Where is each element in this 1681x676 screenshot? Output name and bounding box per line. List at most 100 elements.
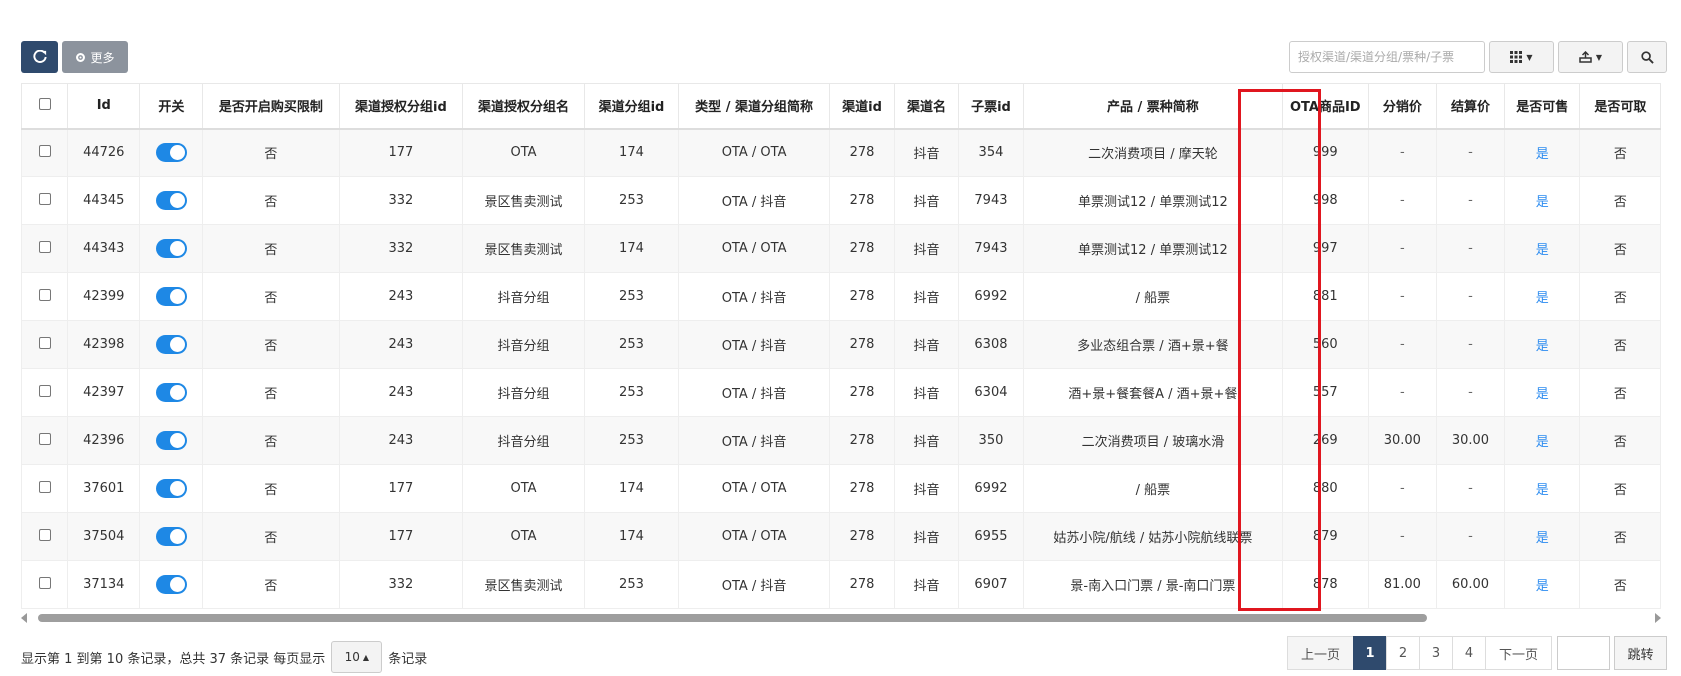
cell-text: 253 <box>619 433 644 448</box>
column-header[interactable]: 渠道分组id <box>583 83 680 130</box>
saleable-link[interactable]: 是 <box>1536 483 1549 498</box>
table-cell[interactable] <box>139 128 204 177</box>
row-checkbox[interactable] <box>38 336 51 349</box>
next-page-button[interactable]: 下一页 <box>1485 636 1552 670</box>
column-header[interactable]: 分销价 <box>1367 83 1437 130</box>
column-header[interactable]: 子票id <box>957 83 1024 130</box>
row-checkbox[interactable] <box>38 288 51 301</box>
table-cell[interactable] <box>139 560 204 609</box>
table-cell[interactable]: 是 <box>1504 320 1581 369</box>
row-checkbox[interactable] <box>38 144 51 157</box>
row-select-cell[interactable] <box>21 320 69 369</box>
row-select-cell[interactable] <box>21 176 69 225</box>
enable-toggle-switch[interactable] <box>155 239 187 258</box>
export-button[interactable]: ▼ <box>1558 41 1623 73</box>
page-button-4[interactable]: 4 <box>1452 636 1486 670</box>
saleable-link[interactable]: 是 <box>1536 579 1549 594</box>
row-select-cell[interactable] <box>21 512 69 561</box>
page-button-3[interactable]: 3 <box>1419 636 1453 670</box>
column-header[interactable]: Id <box>67 83 141 130</box>
table-cell[interactable]: 是 <box>1504 224 1581 273</box>
search-input[interactable] <box>1289 41 1485 73</box>
select-all-checkbox[interactable] <box>38 97 51 110</box>
table-cell[interactable] <box>139 512 204 561</box>
column-header[interactable]: 类型 / 渠道分组简称 <box>678 83 831 130</box>
column-header[interactable]: 渠道名 <box>894 83 959 130</box>
row-select-cell[interactable] <box>21 464 69 513</box>
table-cell[interactable]: 是 <box>1504 128 1581 177</box>
row-select-cell[interactable] <box>21 272 69 321</box>
column-header[interactable]: 产品 / 票种简称 <box>1022 83 1283 130</box>
saleable-link[interactable]: 是 <box>1536 387 1549 402</box>
enable-toggle-switch[interactable] <box>155 575 187 594</box>
row-checkbox[interactable] <box>38 432 51 445</box>
table-cell[interactable] <box>139 176 204 225</box>
enable-toggle-switch[interactable] <box>155 287 187 306</box>
column-header[interactable]: 渠道授权分组名 <box>462 83 585 130</box>
row-checkbox[interactable] <box>38 480 51 493</box>
table-cell[interactable] <box>139 272 204 321</box>
table-cell[interactable] <box>139 416 204 465</box>
scrollbar-thumb[interactable] <box>38 614 1427 622</box>
horizontal-scrollbar[interactable] <box>21 612 1661 624</box>
saleable-link[interactable]: 是 <box>1536 435 1549 450</box>
enable-toggle-switch[interactable] <box>155 431 187 450</box>
row-checkbox[interactable] <box>38 384 51 397</box>
scroll-left-arrow-icon[interactable] <box>21 613 27 623</box>
row-checkbox[interactable] <box>38 192 51 205</box>
column-header[interactable]: 渠道id <box>829 83 896 130</box>
table-cell: 174 <box>583 128 680 177</box>
column-header[interactable]: 结算价 <box>1435 83 1506 130</box>
column-header[interactable]: OTA商品ID <box>1281 83 1369 130</box>
enable-toggle-switch[interactable] <box>155 191 187 210</box>
enable-toggle-switch[interactable] <box>155 335 187 354</box>
more-button[interactable]: 更多 <box>62 41 128 73</box>
column-header[interactable]: 是否开启购买限制 <box>202 83 340 130</box>
row-checkbox[interactable] <box>38 528 51 541</box>
enable-toggle-switch[interactable] <box>155 383 187 402</box>
table-cell[interactable] <box>139 224 204 273</box>
jump-page-button[interactable]: 跳转 <box>1614 636 1667 670</box>
page-size-dropdown[interactable]: 10 ▲ <box>331 641 383 673</box>
page-button-1[interactable]: 1 <box>1353 636 1387 670</box>
columns-toggle-button[interactable]: ▼ <box>1489 41 1554 73</box>
enable-toggle-switch[interactable] <box>155 527 187 546</box>
saleable-link[interactable]: 是 <box>1536 195 1549 210</box>
saleable-link[interactable]: 是 <box>1536 339 1549 354</box>
page-button-2[interactable]: 2 <box>1386 636 1420 670</box>
search-button[interactable] <box>1627 41 1667 73</box>
column-header[interactable]: 开关 <box>139 83 204 130</box>
column-header[interactable]: 渠道授权分组id <box>338 83 464 130</box>
table-cell[interactable]: 是 <box>1504 176 1581 225</box>
table-cell[interactable] <box>139 368 204 417</box>
table-cell[interactable]: 是 <box>1504 368 1581 417</box>
saleable-link[interactable]: 是 <box>1536 147 1549 162</box>
column-header[interactable]: 是否可售 <box>1504 83 1581 130</box>
row-select-cell[interactable] <box>21 368 69 417</box>
table-cell[interactable]: 是 <box>1504 464 1581 513</box>
saleable-link[interactable]: 是 <box>1536 291 1549 306</box>
row-select-cell[interactable] <box>21 128 69 177</box>
row-select-cell[interactable] <box>21 416 69 465</box>
table-cell[interactable] <box>139 464 204 513</box>
select-all-header[interactable] <box>21 83 69 130</box>
table-cell[interactable] <box>139 320 204 369</box>
refresh-button[interactable] <box>21 41 58 73</box>
saleable-link[interactable]: 是 <box>1536 243 1549 258</box>
table-cell[interactable]: 是 <box>1504 560 1581 609</box>
column-header[interactable]: 是否可取 <box>1579 83 1661 130</box>
table-cell[interactable]: 是 <box>1504 416 1581 465</box>
jump-page-input[interactable] <box>1557 636 1610 670</box>
table-cell[interactable]: 是 <box>1504 512 1581 561</box>
scroll-right-arrow-icon[interactable] <box>1655 613 1661 623</box>
row-select-cell[interactable] <box>21 560 69 609</box>
prev-page-button[interactable]: 上一页 <box>1287 636 1354 670</box>
row-checkbox[interactable] <box>38 240 51 253</box>
table-cell: 42396 <box>67 416 141 465</box>
row-select-cell[interactable] <box>21 224 69 273</box>
enable-toggle-switch[interactable] <box>155 479 187 498</box>
row-checkbox[interactable] <box>38 576 51 589</box>
enable-toggle-switch[interactable] <box>155 143 187 163</box>
saleable-link[interactable]: 是 <box>1536 531 1549 546</box>
table-cell[interactable]: 是 <box>1504 272 1581 321</box>
